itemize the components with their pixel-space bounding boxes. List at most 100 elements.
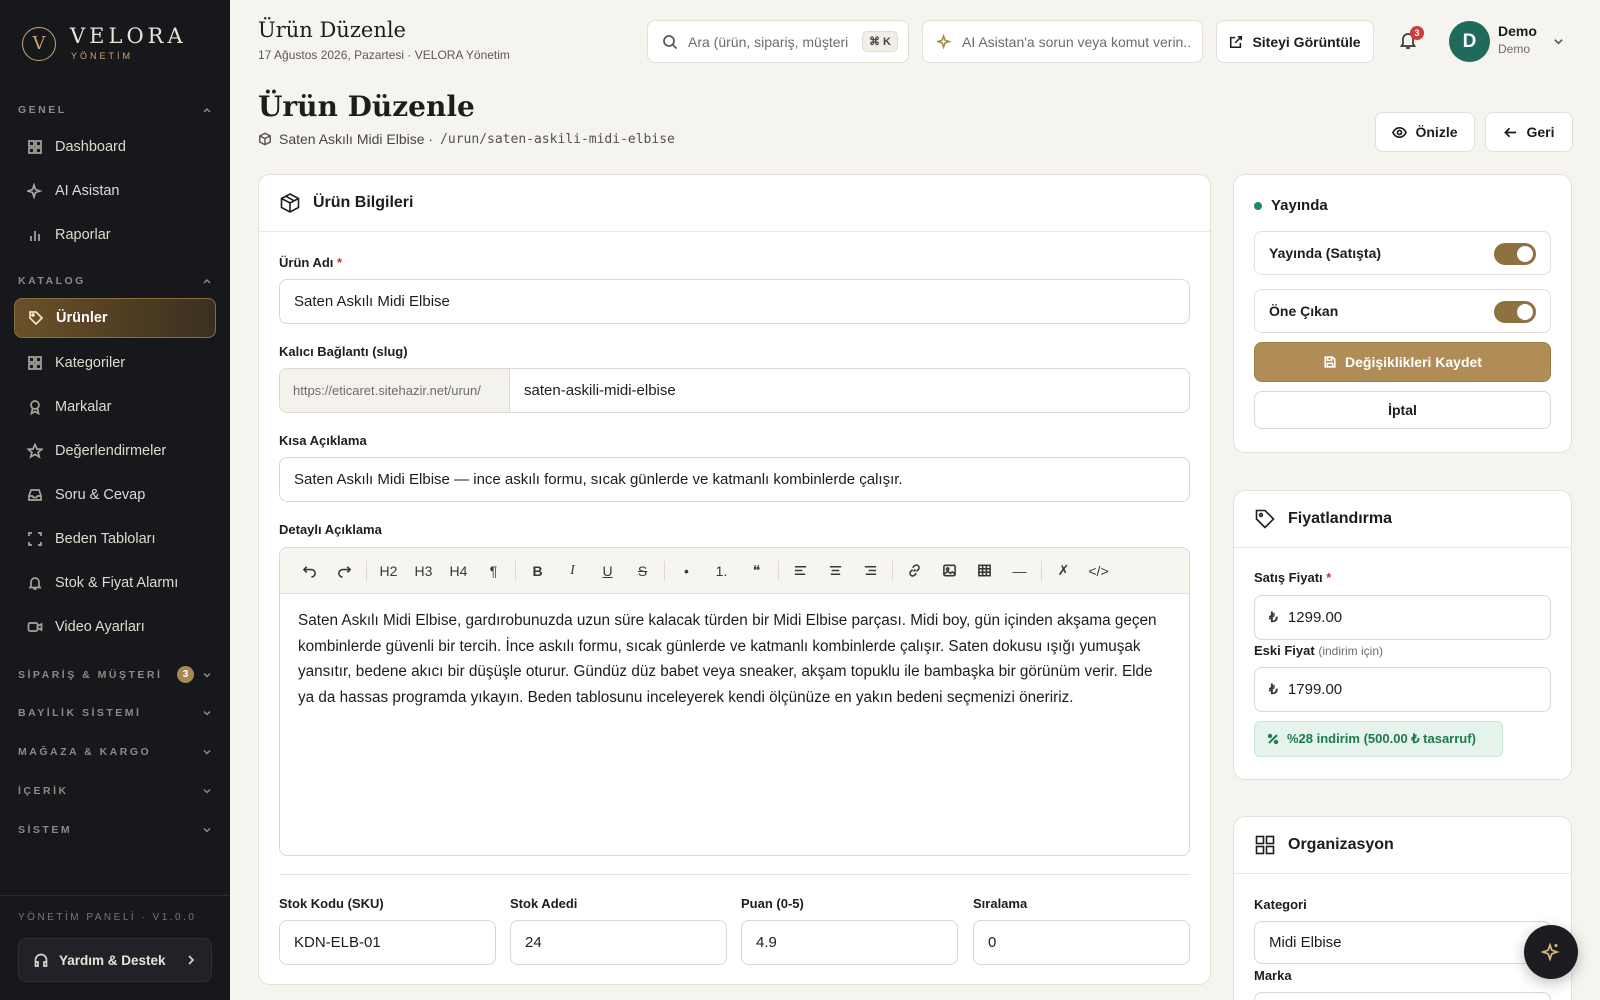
- bold-button[interactable]: B: [520, 557, 555, 585]
- sidebar-item-categories[interactable]: Kategoriler: [14, 343, 216, 383]
- order-input[interactable]: [988, 934, 1189, 951]
- section-orders[interactable]: SİPARİŞ & MÜŞTERİ 3: [18, 666, 212, 683]
- sku-input[interactable]: [294, 934, 495, 951]
- sku-field[interactable]: [279, 920, 496, 965]
- section-store[interactable]: MAĞAZA & KARGO: [18, 746, 212, 758]
- align-center-button[interactable]: [818, 557, 853, 585]
- paragraph-button[interactable]: ¶: [476, 557, 511, 585]
- sidebar-divider: [0, 895, 230, 896]
- section-general[interactable]: GENEL: [18, 104, 212, 116]
- sidebar-item-qa[interactable]: Soru & Cevap: [14, 475, 216, 515]
- section-catalog[interactable]: KATALOG: [18, 275, 212, 287]
- stock-input[interactable]: [525, 934, 726, 951]
- image-icon: [943, 564, 956, 577]
- slug-input[interactable]: [524, 382, 1189, 399]
- align-right-button[interactable]: [853, 557, 888, 585]
- avatar[interactable]: D: [1449, 21, 1490, 62]
- card-header: Fiyatlandırma: [1234, 491, 1571, 548]
- rating-field[interactable]: [741, 920, 958, 965]
- horizontal-rule-button[interactable]: —: [1002, 557, 1037, 585]
- section-system[interactable]: SİSTEM: [18, 824, 212, 836]
- old-price-field[interactable]: ₺: [1254, 667, 1551, 712]
- bullet-list-button[interactable]: •: [669, 557, 704, 585]
- section-dealer[interactable]: BAYİLİK SİSTEMİ: [18, 707, 212, 719]
- ordered-list-button[interactable]: 1.: [704, 557, 739, 585]
- ai-command-box[interactable]: [922, 20, 1203, 63]
- italic-button[interactable]: I: [555, 557, 590, 585]
- align-left-button[interactable]: [783, 557, 818, 585]
- table-button[interactable]: [967, 557, 1002, 585]
- toolbar-separator: [1041, 560, 1042, 581]
- section-content[interactable]: İÇERİK: [18, 785, 212, 797]
- image-button[interactable]: [932, 557, 967, 585]
- box-icon: [259, 132, 271, 146]
- logo-mark: V: [22, 26, 56, 61]
- redo-button[interactable]: [327, 557, 362, 585]
- back-button[interactable]: Geri: [1485, 112, 1573, 152]
- product-name-field[interactable]: [279, 279, 1190, 324]
- link-button[interactable]: [897, 557, 932, 585]
- short-desc-field[interactable]: [279, 457, 1190, 502]
- cancel-button[interactable]: İptal: [1254, 391, 1551, 429]
- notifications-button[interactable]: 3: [1398, 26, 1424, 54]
- brand-logo[interactable]: V VELORA YÖNETİM: [22, 26, 187, 61]
- slug-field[interactable]: https://eticaret.sitehazir.net/urun/: [279, 368, 1190, 413]
- preview-button[interactable]: Önizle: [1375, 112, 1475, 152]
- sidebar-item-ai-assistant[interactable]: AI Asistan: [14, 171, 216, 211]
- old-price-input[interactable]: [1287, 681, 1550, 698]
- rating-input[interactable]: [756, 934, 957, 951]
- user-name[interactable]: Demo: [1498, 23, 1537, 39]
- help-support-button[interactable]: Yardım & Destek: [18, 938, 212, 982]
- on-sale-toggle[interactable]: [1494, 243, 1536, 265]
- global-search[interactable]: ⌘ K: [647, 20, 909, 63]
- tag-icon: [29, 311, 44, 326]
- featured-label: Öne Çıkan: [1269, 303, 1339, 319]
- sidebar-item-reviews[interactable]: Değerlendirmeler: [14, 431, 216, 471]
- price-input[interactable]: [1287, 609, 1550, 626]
- undo-button[interactable]: [292, 557, 327, 585]
- chevron-down-icon[interactable]: [1553, 36, 1564, 47]
- stock-field[interactable]: [510, 920, 727, 965]
- sidebar-item-video-settings[interactable]: Video Ayarları: [14, 607, 216, 647]
- featured-toggle[interactable]: [1494, 301, 1536, 323]
- editor-content[interactable]: Saten Askılı Midi Elbise, gardırobunuzda…: [298, 608, 1171, 710]
- section-content-label: İÇERİK: [18, 785, 69, 797]
- search-input[interactable]: [688, 33, 848, 50]
- product-name-input[interactable]: [294, 293, 1189, 310]
- rich-text-editor[interactable]: H2 H3 H4 ¶ B I U S • 1. ❝ — ✗ </> Saten …: [279, 547, 1190, 856]
- card-title: Organizasyon: [1288, 836, 1394, 853]
- sidebar-item-reports[interactable]: Raporlar: [14, 215, 216, 255]
- category-select[interactable]: Midi Elbise: [1254, 921, 1551, 964]
- ai-command-input[interactable]: [962, 33, 1192, 50]
- sidebar-item-stock-alerts[interactable]: Stok & Fiyat Alarmı: [14, 563, 216, 603]
- brand-select[interactable]: [1254, 992, 1551, 1000]
- sidebar-item-dashboard[interactable]: Dashboard: [14, 127, 216, 167]
- short-desc-input[interactable]: [294, 471, 1189, 488]
- sidebar-item-label: Video Ayarları: [55, 619, 145, 635]
- clear-format-button[interactable]: ✗: [1046, 557, 1081, 585]
- sidebar-item-products[interactable]: Ürünler: [14, 298, 216, 338]
- sidebar-item-brands[interactable]: Markalar: [14, 387, 216, 427]
- price-field[interactable]: ₺: [1254, 595, 1551, 640]
- version-label: YÖNETİM PANELİ · V1.0.0: [18, 912, 197, 923]
- editor-toolbar: H2 H3 H4 ¶ B I U S • 1. ❝ — ✗ </>: [280, 548, 1189, 594]
- underline-button[interactable]: U: [590, 557, 625, 585]
- sidebar-item-label: Soru & Cevap: [55, 487, 146, 503]
- heading-2-button[interactable]: H2: [371, 557, 406, 585]
- sidebar-item-size-charts[interactable]: Beden Tabloları: [14, 519, 216, 559]
- view-site-button[interactable]: Siteyi Görüntüle: [1216, 20, 1374, 63]
- ai-assistant-fab[interactable]: [1524, 925, 1578, 979]
- align-center-icon: [829, 565, 842, 576]
- on-sale-row: Yayında (Satışta): [1254, 231, 1551, 275]
- heading-4-button[interactable]: H4: [441, 557, 476, 585]
- order-field[interactable]: [973, 920, 1190, 965]
- source-code-button[interactable]: </>: [1081, 557, 1116, 585]
- quote-button[interactable]: ❝: [739, 557, 774, 585]
- brand-name: VELORA: [70, 24, 187, 48]
- strike-button[interactable]: S: [625, 557, 660, 585]
- save-button[interactable]: Değişiklikleri Kaydet: [1254, 342, 1551, 382]
- heading-3-button[interactable]: H3: [406, 557, 441, 585]
- undo-icon: [302, 566, 316, 578]
- currency-symbol: ₺: [1269, 681, 1278, 697]
- toolbar-separator: [892, 560, 893, 581]
